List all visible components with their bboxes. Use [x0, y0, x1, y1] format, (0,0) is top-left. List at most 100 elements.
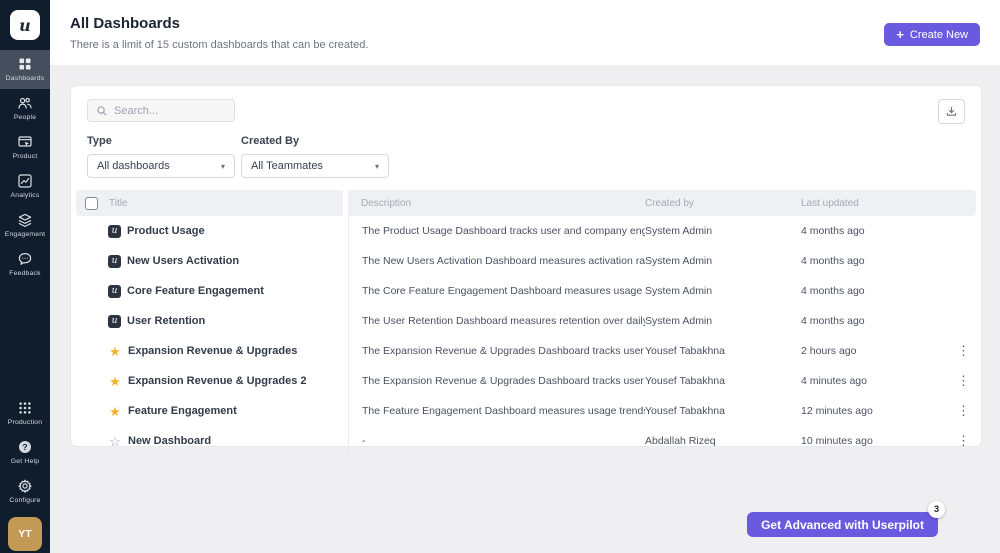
- table-row[interactable]: ☆ New Dashboard - Abdallah Rizeq 10 minu…: [76, 426, 976, 456]
- sidebar-item-label: Get Help: [11, 458, 39, 465]
- row-last-updated: 10 minutes ago: [801, 435, 951, 447]
- row-title[interactable]: Core Feature Engagement: [127, 285, 264, 297]
- sidebar-item-get-help[interactable]: ? Get Help: [0, 433, 50, 472]
- row-created-by: Abdallah Rizeq: [645, 435, 801, 447]
- column-title: Title: [109, 198, 128, 209]
- type-filter-label: Type: [87, 135, 235, 147]
- userpilot-logo[interactable]: u: [10, 10, 40, 40]
- userpilot-badge-icon: u: [108, 225, 121, 238]
- created-by-filter-label: Created By: [241, 135, 389, 147]
- sidebar-item-label: Dashboards: [6, 75, 45, 82]
- row-menu-button[interactable]: ⋮: [951, 404, 976, 418]
- dashboards-icon: [17, 56, 33, 72]
- row-last-updated: 4 months ago: [801, 285, 951, 297]
- sidebar-nav-bottom: Production ? Get Help Configure: [0, 394, 50, 511]
- production-icon: [17, 400, 33, 416]
- row-description: The Expansion Revenue & Upgrades Dashboa…: [348, 366, 645, 396]
- row-description: The New Users Activation Dashboard measu…: [348, 246, 645, 276]
- table-row[interactable]: u New Users Activation The New Users Act…: [76, 246, 976, 276]
- search-icon: [96, 105, 108, 117]
- type-filter-value: All dashboards: [97, 160, 170, 172]
- sidebar-item-label: Product: [13, 153, 38, 160]
- chevron-down-icon: ▾: [375, 162, 379, 171]
- userpilot-badge-icon: u: [108, 255, 121, 268]
- row-title[interactable]: User Retention: [127, 315, 205, 327]
- topbar: All Dashboards There is a limit of 15 cu…: [50, 0, 1000, 65]
- table-row[interactable]: u User Retention The User Retention Dash…: [76, 306, 976, 336]
- table-row[interactable]: ★ Expansion Revenue & Upgrades The Expan…: [76, 336, 976, 366]
- row-menu-button[interactable]: ⋮: [951, 374, 976, 388]
- engagement-icon: [17, 212, 33, 228]
- star-icon: ★: [108, 405, 122, 418]
- userpilot-badge-icon: u: [108, 285, 121, 298]
- create-new-label: Create New: [910, 29, 968, 41]
- sidebar-item-product[interactable]: Product: [0, 128, 50, 167]
- row-created-by: Yousef Tabakhna: [645, 405, 801, 417]
- create-new-button[interactable]: + Create New: [884, 23, 980, 46]
- chevron-down-icon: ▾: [221, 162, 225, 171]
- sidebar-item-feedback[interactable]: Feedback: [0, 245, 50, 284]
- dashboards-card: Type All dashboards ▾ Created By All Tea…: [70, 85, 982, 447]
- column-last-updated: Last updated: [801, 198, 859, 209]
- sidebar-item-dashboards[interactable]: Dashboards: [0, 50, 50, 89]
- row-created-by: System Admin: [645, 285, 801, 297]
- table-row[interactable]: u Product Usage The Product Usage Dashbo…: [76, 216, 976, 246]
- search-box: [87, 99, 235, 122]
- filters: Type All dashboards ▾ Created By All Tea…: [87, 135, 965, 178]
- logo-wrap: u: [10, 0, 40, 50]
- row-description: The Product Usage Dashboard tracks user …: [348, 216, 645, 246]
- type-filter-dropdown[interactable]: All dashboards ▾: [87, 154, 235, 178]
- sidebar-item-label: Production: [8, 419, 43, 426]
- column-created-by: Created by: [645, 198, 694, 209]
- row-title[interactable]: Feature Engagement: [128, 405, 237, 417]
- help-icon: ?: [17, 439, 33, 455]
- export-button[interactable]: [938, 99, 965, 124]
- sidebar-item-engagement[interactable]: Engagement: [0, 206, 50, 245]
- dashboards-table: Title Description Created by Last update…: [76, 190, 976, 456]
- row-created-by: System Admin: [645, 315, 801, 327]
- sidebar-item-label: Feedback: [9, 270, 40, 277]
- get-advanced-button[interactable]: Get Advanced with Userpilot: [747, 512, 938, 537]
- table-body: u Product Usage The Product Usage Dashbo…: [76, 216, 976, 456]
- feedback-icon: [17, 251, 33, 267]
- sidebar-item-configure[interactable]: Configure: [0, 472, 50, 511]
- row-title[interactable]: Expansion Revenue & Upgrades: [128, 345, 297, 357]
- analytics-icon: [17, 173, 33, 189]
- row-title[interactable]: Expansion Revenue & Upgrades 2: [128, 375, 307, 387]
- row-menu-button[interactable]: ⋮: [951, 434, 976, 448]
- svg-text:?: ?: [22, 442, 27, 452]
- created-by-filter-dropdown[interactable]: All Teammates ▾: [241, 154, 389, 178]
- row-created-by: Yousef Tabakhna: [645, 375, 801, 387]
- page-title: All Dashboards: [70, 15, 180, 32]
- table-row[interactable]: u Core Feature Engagement The Core Featu…: [76, 276, 976, 306]
- sidebar-item-analytics[interactable]: Analytics: [0, 167, 50, 206]
- star-outline-icon: ☆: [108, 435, 122, 448]
- table-header: Title Description Created by Last update…: [76, 190, 976, 216]
- row-menu-button[interactable]: ⋮: [951, 344, 976, 358]
- page-subtitle: There is a limit of 15 custom dashboards…: [70, 39, 368, 51]
- row-title[interactable]: New Users Activation: [127, 255, 239, 267]
- row-title[interactable]: New Dashboard: [128, 435, 211, 447]
- row-created-by: System Admin: [645, 225, 801, 237]
- row-last-updated: 2 hours ago: [801, 345, 951, 357]
- row-description: The Core Feature Engagement Dashboard me…: [348, 276, 645, 306]
- row-description: The Expansion Revenue & Upgrades Dashboa…: [348, 336, 645, 366]
- cta-wrap: Get Advanced with Userpilot 3: [747, 512, 938, 537]
- select-all-checkbox[interactable]: [85, 197, 98, 210]
- sidebar-item-production[interactable]: Production: [0, 394, 50, 433]
- row-last-updated: 4 months ago: [801, 225, 951, 237]
- search-input[interactable]: [114, 105, 226, 117]
- user-avatar[interactable]: YT: [8, 517, 42, 551]
- cta-notification-badge: 3: [928, 501, 945, 518]
- table-row[interactable]: ★ Feature Engagement The Feature Engagem…: [76, 396, 976, 426]
- sidebar-item-label: Configure: [9, 497, 40, 504]
- sidebar-nav-top: Dashboards People Product Analytics Enga…: [0, 50, 50, 284]
- userpilot-badge-icon: u: [108, 315, 121, 328]
- product-icon: [17, 134, 33, 150]
- row-title[interactable]: Product Usage: [127, 225, 205, 237]
- configure-icon: [17, 478, 33, 494]
- row-description: The Feature Engagement Dashboard measure…: [348, 396, 645, 426]
- row-created-by: System Admin: [645, 255, 801, 267]
- table-row[interactable]: ★ Expansion Revenue & Upgrades 2 The Exp…: [76, 366, 976, 396]
- sidebar-item-people[interactable]: People: [0, 89, 50, 128]
